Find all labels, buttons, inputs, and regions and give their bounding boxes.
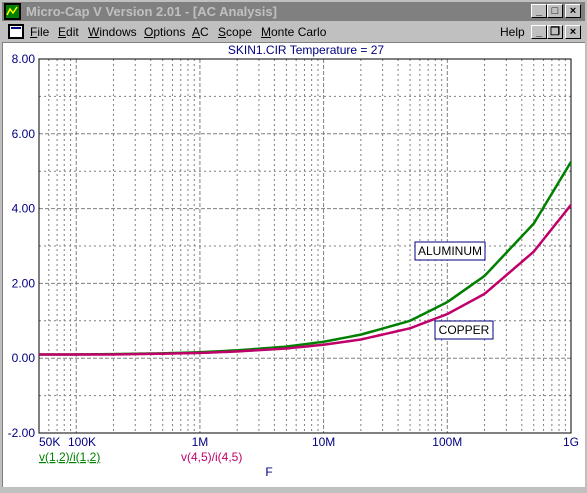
child-close-button[interactable]: × — [565, 25, 581, 39]
menu-ac[interactable]: AC — [192, 25, 209, 39]
menu-edit[interactable]: Edit — [58, 25, 79, 39]
y-tick-label: 6.00 — [12, 127, 36, 141]
x-tick-label: 1G — [563, 435, 579, 449]
x-tick-label: 50K — [39, 435, 60, 449]
maximize-button[interactable]: □ — [547, 4, 563, 18]
x-tick-label: 1M — [192, 435, 209, 449]
child-restore-icon: ❐ — [550, 26, 560, 38]
menu-options[interactable]: Options — [144, 25, 185, 39]
annotation-aluminum: ALUMINUM — [418, 244, 482, 258]
menu-help[interactable]: Help — [500, 25, 525, 39]
legend: v(1,2)/i(1,2) v(4,5)/i(4,5) — [39, 450, 242, 464]
window-title: Micro-Cap V Version 2.01 - [AC Analysis] — [26, 4, 277, 19]
x-tick-label: 100M — [432, 435, 462, 449]
plot-area[interactable]: SKIN1.CIR Temperature = 27 -2.00 0.00 2.00… — [2, 42, 585, 487]
child-restore-button[interactable]: ❐ — [547, 25, 563, 39]
legend-entry-1: v(4,5)/i(4,5) — [181, 450, 242, 464]
maximize-icon: □ — [551, 5, 559, 17]
child-close-icon: × — [569, 26, 577, 38]
document-graphic-icon — [10, 26, 22, 37]
y-tick-label: -2.00 — [8, 426, 36, 440]
minimize-icon: _ — [535, 5, 543, 17]
grid — [38, 58, 572, 434]
ac-analysis-chart[interactable]: SKIN1.CIR Temperature = 27 -2.00 0.00 2.00… — [3, 43, 586, 488]
y-axis: -2.00 0.00 2.00 4.00 6.00 8.00 — [8, 52, 36, 440]
minimize-button[interactable]: _ — [531, 4, 547, 18]
menu-scope[interactable]: Scope — [218, 25, 252, 39]
child-minimize-button[interactable]: _ — [531, 25, 547, 39]
app-logo-icon — [6, 5, 19, 18]
x-tick-label: 100K — [68, 435, 96, 449]
x-axis-label: F — [265, 465, 272, 479]
y-tick-label: 0.00 — [12, 351, 36, 365]
x-tick-label: 10M — [312, 435, 335, 449]
document-icon[interactable] — [8, 24, 24, 39]
close-button[interactable]: × — [565, 4, 581, 18]
app-icon[interactable] — [4, 3, 21, 20]
annotation-copper: COPPER — [439, 323, 490, 337]
menu-windows[interactable]: Windows — [88, 25, 137, 39]
y-tick-label: 4.00 — [12, 202, 36, 216]
menu-monte-carlo[interactable]: Monte Carlo — [261, 25, 326, 39]
app-window: Micro-Cap V Version 2.01 - [AC Analysis]… — [0, 0, 587, 489]
chart-title: SKIN1.CIR Temperature = 27 — [228, 43, 385, 57]
y-tick-label: 8.00 — [12, 52, 36, 66]
x-axis: 50K 100K 1M 10M 100M 1G — [39, 435, 579, 449]
menu-bar: File Edit Windows Options AC Scope Monte… — [2, 22, 585, 42]
child-minimize-icon: _ — [535, 26, 543, 38]
legend-entry-0: v(1,2)/i(1,2) — [39, 450, 100, 464]
close-icon: × — [569, 5, 577, 17]
y-tick-label: 2.00 — [12, 276, 36, 290]
title-bar[interactable]: Micro-Cap V Version 2.01 - [AC Analysis]… — [2, 2, 585, 21]
annotations: ALUMINUM COPPER — [414, 241, 494, 340]
menu-file[interactable]: File — [30, 25, 49, 39]
